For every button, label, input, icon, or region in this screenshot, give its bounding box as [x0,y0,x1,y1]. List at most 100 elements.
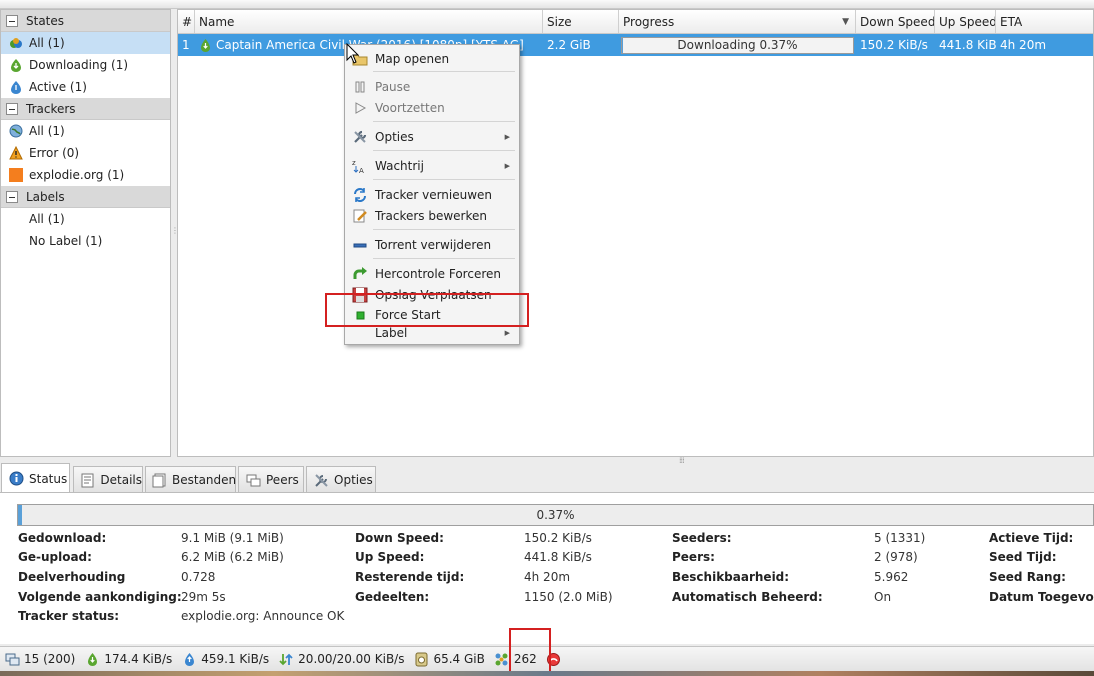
menu-item-update-tracker[interactable]: Tracker vernieuwen [346,184,518,205]
sidebar-item-downloading[interactable]: Downloading (1) [1,54,170,76]
tab-details[interactable]: Details [73,466,143,493]
tab-label: Details [100,473,142,487]
menu-item-force-recheck[interactable]: Hercontrole Forceren [346,263,518,284]
svg-text:z: z [352,159,356,167]
files-icon [152,472,167,488]
filter-sidebar: States All (1) Downloading (1) Active (1… [0,9,171,457]
connections-indicator[interactable]: 15 (200) [4,651,75,667]
menu-item-options[interactable]: Opties ▶ [346,126,518,147]
connections-icon [4,651,20,667]
seed-time-label: Seed Tijd: [989,550,1057,564]
trackers-header[interactable]: Trackers [1,98,170,120]
row-size: 2.2 GiB [547,38,591,52]
sidebar-item-error[interactable]: Error (0) [1,142,170,164]
menu-item-label: Opties [375,129,414,144]
menu-separator [373,179,515,180]
tracker-status-value: explodie.org: Announce OK [181,609,345,623]
connections-value: 15 (200) [24,652,76,666]
sidebar-item-all-labels[interactable]: All (1) [1,208,170,230]
labels-header[interactable]: Labels [1,186,170,208]
availability-value: 5.962 [874,570,909,584]
column-size[interactable]: Size [543,10,619,33]
peers-value: 2 (978) [874,550,918,564]
remaining-time-label: Resterende tijd: [355,570,465,584]
uploaded-label: Ge-upload: [18,550,92,564]
tab-options[interactable]: Opties [306,466,376,493]
menu-item-label: Torrent verwijderen [375,237,492,252]
row-number: 1 [182,38,190,52]
sidebar-item-all-trackers[interactable]: All (1) [1,120,170,142]
time-column-clip: Actieve Tijd: Seed Tijd: Seed Rang: Datu… [989,493,1094,645]
sidebar-item-label: Error (0) [29,146,80,160]
sidebar-item-all-states[interactable]: All (1) [1,32,170,54]
download-rate-indicator[interactable]: 174.4 KiB/s [84,651,172,667]
tab-label: Peers [266,473,299,487]
tab-peers[interactable]: Peers [238,466,304,493]
wrench-icon [352,129,368,145]
globe-icon [8,123,24,139]
availability-label: Beschikbaarheid: [672,570,790,584]
overall-progress-text: 0.37% [536,508,575,522]
free-space-indicator[interactable]: 65.4 GiB [413,651,485,667]
upload-icon [181,651,197,667]
overall-progress-fill [18,505,22,525]
menu-item-edit-trackers[interactable]: Trackers bewerken [346,205,518,226]
menu-item-remove-torrent[interactable]: Torrent verwijderen [346,234,518,255]
free-space-value: 65.4 GiB [433,652,485,666]
column-progress[interactable]: Progress ▼ [619,10,856,33]
peers-label: Peers: [672,550,715,564]
collapse-toggle-icon[interactable] [6,14,18,27]
column-eta[interactable]: ETA [996,10,1093,33]
tab-status[interactable]: Status [1,463,70,493]
protocol-traffic-indicator[interactable]: 20.00/20.00 KiB/s [278,651,404,667]
menu-item-label: Pause [375,79,411,94]
states-header[interactable]: States [1,10,170,32]
seeders-label: Seeders: [672,531,732,545]
menu-item-resume[interactable]: Voortzetten [346,97,518,118]
collapse-toggle-icon[interactable] [6,102,18,115]
menu-item-open-folder[interactable]: Map openen [346,48,518,69]
info-icon [8,471,24,487]
menu-item-queue[interactable]: zA Wachtrij ▶ [346,155,518,176]
next-announce-value: 29m 5s [181,590,226,604]
peers-icon [245,472,261,488]
column-up-speed[interactable]: Up Speed [935,10,996,33]
sidebar-item-label: All (1) [29,36,65,50]
menu-separator [373,229,515,230]
auto-managed-value: On [874,590,892,604]
menu-item-label: Map openen [375,51,450,66]
collapse-toggle-icon[interactable] [6,190,18,203]
sidebar-item-label: explodie.org (1) [29,168,125,182]
remove-icon [352,237,368,253]
column-number[interactable]: # [178,10,195,33]
menu-item-pause[interactable]: Pause [346,76,518,97]
download-icon [199,38,212,52]
column-name[interactable]: Name [195,10,543,33]
sidebar-item-label: Active (1) [29,80,87,94]
upload-rate-indicator[interactable]: 459.1 KiB/s [181,651,269,667]
upload-rate-value: 459.1 KiB/s [201,652,270,666]
column-progress-label: Progress [623,14,675,29]
refresh-icon [352,187,368,203]
menu-item-label: Trackers bewerken [375,208,487,223]
downloaded-value: 9.1 MiB (9.1 MiB) [181,531,284,545]
sidebar-item-no-label[interactable]: No Label (1) [1,230,170,252]
ratio-label: Deelverhouding [18,570,126,584]
menu-item-label: Hercontrole Forceren [375,266,501,281]
sidebar-item-label: Downloading (1) [29,58,129,72]
status-panel: 0.37% Gedownload: 9.1 MiB (9.1 MiB) Ge-u… [0,492,1094,644]
play-icon [352,100,368,116]
submenu-arrow-icon: ▶ [504,328,510,337]
top-toolbar-strip [0,0,1094,9]
sidebar-item-active[interactable]: Active (1) [1,76,170,98]
dht-nodes-icon [494,651,510,667]
row-up-speed: 441.8 KiB/s [939,38,996,52]
sidebar-splitter[interactable]: ⋮ [171,227,179,239]
table-row[interactable]: 1 Captain America Civil War (2016) [1080… [178,34,1093,56]
tab-files[interactable]: Bestanden [145,466,236,493]
uploaded-value: 6.2 MiB (6.2 MiB) [181,550,284,564]
sidebar-item-explodie[interactable]: explodie.org (1) [1,164,170,186]
menu-item-label: Label [375,325,408,340]
up-speed-value: 441.8 KiB/s [524,550,592,564]
column-down-speed[interactable]: Down Speed [856,10,935,33]
